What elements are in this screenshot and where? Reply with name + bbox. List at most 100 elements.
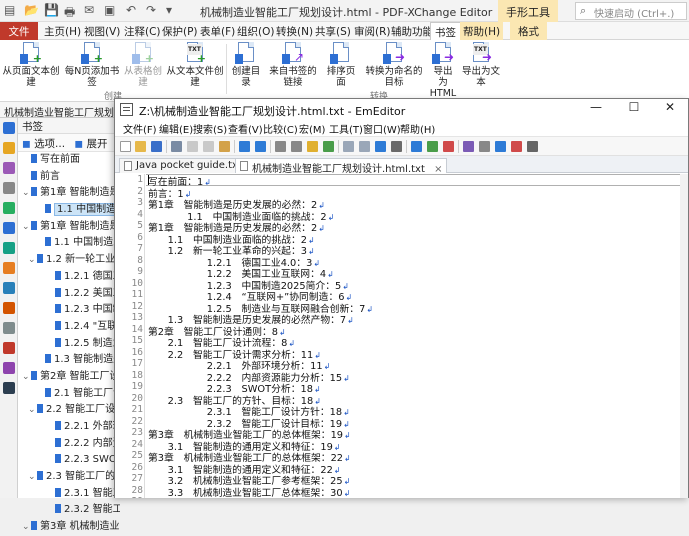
minimize-button[interactable]: — [581, 100, 611, 118]
plugin-icon[interactable] [495, 141, 506, 152]
tab-bookmarks[interactable]: 书签 [430, 22, 461, 40]
tab-file[interactable]: 文件 [0, 22, 38, 40]
save-icon[interactable]: 💾 [44, 3, 59, 19]
create-from-table-button[interactable]: + 从表格创建 [122, 42, 164, 88]
convert-to-named-destinations-button[interactable]: ➜ 转换为命名的目标 [361, 42, 427, 88]
create-from-page-text-button[interactable]: + 从页面文本创建 [2, 42, 60, 88]
menu-macros[interactable]: 宏(M) [299, 121, 325, 136]
vertical-scrollbar[interactable] [680, 174, 688, 498]
menu-file[interactable]: 文件(F) [123, 121, 157, 136]
bookmark-item[interactable]: ⌄2.3 智能工厂的方针... [18, 469, 120, 486]
tab-help[interactable]: 帮助(H) [460, 22, 504, 40]
bookmark-item[interactable]: 2.3.1 智能工厂设计... [18, 486, 120, 503]
tab-accessibility[interactable]: 辅助功能 [391, 22, 433, 40]
tab-view[interactable]: 视图(V) [84, 22, 120, 40]
bookmark-item[interactable]: 2.1 智能工厂设计流程 [18, 386, 120, 403]
bookmark-item[interactable]: 写在前面 [18, 152, 120, 169]
tab-convert[interactable]: 转换(N) [276, 22, 313, 40]
tab-organize[interactable]: 组织(O) [237, 22, 274, 40]
bookmark-item[interactable]: ⌄第3章 机械制造业智... [18, 519, 120, 536]
bookmark-item[interactable]: 1.3 智能制造是历史... [18, 352, 120, 369]
pdf-document-tab[interactable]: 机械制造业智能工厂规划设计.ht... [0, 102, 120, 118]
save-file-icon[interactable] [151, 141, 162, 152]
bookmark-item-selected[interactable]: 1.1 中国制造业面临... [18, 202, 120, 219]
tags-panel-icon[interactable] [3, 282, 15, 294]
customize-icon[interactable]: ▾ [166, 3, 172, 19]
layers-panel-icon[interactable] [3, 202, 15, 214]
tab-forms[interactable]: 表单(F) [200, 22, 235, 40]
bookmark-item[interactable]: 2.3.2 智能工厂设计... [18, 502, 120, 519]
bookmark-expand-button[interactable]: 展开 [86, 138, 107, 150]
redo-icon[interactable]: ↷ [146, 3, 156, 19]
bookmark-item[interactable]: 2.2.1 外部环境分析 [18, 419, 120, 436]
bookmark-icon[interactable] [411, 141, 422, 152]
tab-protect[interactable]: 保护(P) [162, 22, 198, 40]
measure-panel-icon[interactable] [3, 382, 15, 394]
links-panel-icon[interactable] [3, 302, 15, 314]
menu-help[interactable]: 帮助(H) [400, 121, 435, 136]
font-icon[interactable] [391, 141, 402, 152]
signatures-panel-icon[interactable] [3, 242, 15, 254]
create-toc-button[interactable]: 创建目录 [228, 42, 264, 88]
menu-view[interactable]: 查看(V) [228, 121, 263, 136]
email-icon[interactable]: ✉ [84, 3, 94, 19]
pages-panel-icon[interactable] [3, 142, 15, 154]
bookmarks-panel-icon[interactable] [3, 122, 15, 134]
search-panel-icon[interactable] [3, 342, 15, 354]
links-from-bookmarks-button[interactable]: ↗ 来自书签的链接 [265, 42, 321, 88]
tab-java-pocket-guide[interactable]: Java pocket guide.txt [119, 158, 247, 173]
copy-icon[interactable] [203, 141, 214, 152]
tab-active-document[interactable]: 机械制造业智能工厂规划设计.html.txt × [235, 158, 448, 175]
find-next-icon[interactable] [291, 141, 302, 152]
maximize-button[interactable]: ☐ [619, 100, 649, 118]
menu-edit[interactable]: 编辑(E) [159, 121, 193, 136]
tab-review[interactable]: 审阅(R) [354, 22, 391, 40]
bookmark-item[interactable]: ⌄第1章 智能制造是历... [18, 219, 120, 236]
sort-icon[interactable] [375, 141, 386, 152]
highlight-icon[interactable] [307, 141, 318, 152]
bookmark-item[interactable]: 1.2.2 美国工业互联网 [18, 286, 120, 303]
bookmark-item[interactable]: 前言 [18, 169, 120, 186]
bookmark-options-button[interactable]: 选项... [34, 138, 65, 150]
bookmark-item[interactable]: ⌄2.2 智能工厂设计需求... [18, 402, 120, 419]
stamps-panel-icon[interactable] [3, 362, 15, 374]
menu-window[interactable]: 窗口(W) [363, 121, 401, 136]
tab-comment[interactable]: 注释(C) [124, 22, 161, 40]
quick-launch-search[interactable]: ⌕ 快速启动 (Ctrl+.) [575, 2, 687, 20]
open-file-icon[interactable] [135, 141, 146, 152]
stop-icon[interactable] [511, 141, 522, 152]
close-button[interactable]: ✕ [655, 100, 685, 118]
tab-format[interactable]: 格式 [510, 22, 547, 40]
new-file-icon[interactable] [120, 141, 131, 152]
undo-icon[interactable]: ↶ [126, 3, 136, 19]
cut-icon[interactable] [187, 141, 198, 152]
undo-icon[interactable] [239, 141, 250, 152]
macro-record-icon[interactable] [427, 141, 438, 152]
split-icon[interactable] [479, 141, 490, 152]
macro-run-icon[interactable] [443, 141, 454, 152]
redo-icon[interactable] [255, 141, 266, 152]
wrap-icon[interactable] [343, 141, 354, 152]
create-from-text-file-button[interactable]: TXT + 从文本文件创建 [166, 42, 224, 88]
outline-icon[interactable] [359, 141, 370, 152]
bookmark-item[interactable]: 1.2.5 制造业与互联网 [18, 336, 120, 353]
content-panel-icon[interactable] [3, 322, 15, 334]
sort-pages-button[interactable]: 排序页面 [323, 42, 359, 88]
bookmark-item[interactable]: 1.1 中国制造业面临... [18, 235, 120, 252]
print-icon[interactable] [171, 141, 182, 152]
open-icon[interactable]: 📂 [24, 3, 39, 19]
paste-icon[interactable] [219, 141, 230, 152]
add-bookmark-every-n-pages-button[interactable]: + 每N页添加书签 [64, 42, 120, 88]
comments-panel-icon[interactable] [3, 162, 15, 174]
bookmark-item[interactable]: 1.2.1 德国工业4.0 [18, 269, 120, 286]
bookmark-item[interactable]: 1.2.4 "互联网+"协同 [18, 319, 120, 336]
attachments-panel-icon[interactable] [3, 182, 15, 194]
bookmark-item[interactable]: ⌄第2章 智能工厂设计... [18, 369, 120, 386]
menu-search[interactable]: 搜索(S) [193, 121, 227, 136]
find-icon[interactable] [275, 141, 286, 152]
scan-icon[interactable]: ▣ [104, 3, 115, 19]
bookmark-item[interactable]: ⌄第1章 智能制造是历... [18, 185, 120, 202]
menu-compare[interactable]: 比较(C) [263, 121, 298, 136]
bookmark-item[interactable]: 1.2.3 中国制造2025 [18, 302, 120, 319]
bookmark-item[interactable]: 2.2.2 内部资源能力 [18, 436, 120, 453]
